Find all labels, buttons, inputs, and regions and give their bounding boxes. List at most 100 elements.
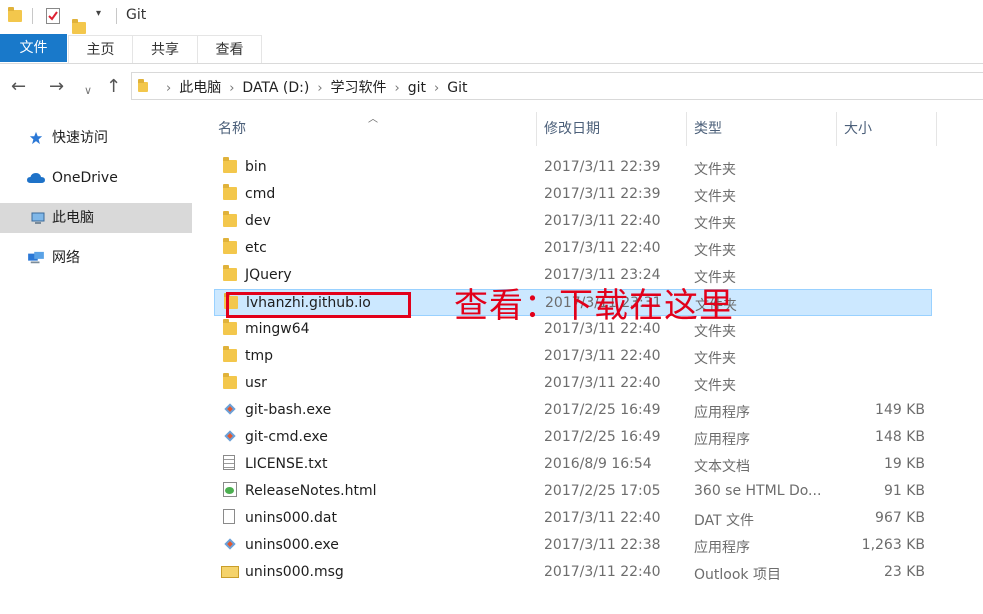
sidebar-item-quick-access[interactable]: 快速访问	[0, 123, 192, 153]
forward-button[interactable]: →	[49, 77, 64, 97]
window-title: Git	[126, 7, 147, 23]
file-row[interactable]: git-cmd.exe 2017/2/25 16:49 应用程序 148 KB	[214, 424, 932, 451]
tab-view[interactable]: 查看	[197, 35, 262, 63]
navigation-pane: 快速访问 OneDrive 此电脑 网络	[0, 112, 192, 614]
file-date: 2016/8/9 16:54	[544, 456, 652, 472]
separator	[32, 8, 33, 24]
ribbon-tabs: 文件 主页 共享 查看	[0, 34, 983, 64]
file-type: 文件夹	[694, 378, 736, 394]
tab-share[interactable]: 共享	[132, 35, 198, 63]
network-icon	[28, 251, 44, 264]
file-name: unins000.exe	[245, 537, 339, 553]
file-name: bin	[245, 159, 267, 175]
column-header-date[interactable]: 修改日期	[544, 112, 600, 146]
file-size: 149 KB	[875, 402, 925, 418]
folder-icon	[138, 79, 148, 92]
column-divider[interactable]	[936, 112, 937, 146]
file-name: mingw64	[245, 321, 310, 337]
column-header-size[interactable]: 大小	[844, 112, 872, 146]
git-icon	[224, 538, 236, 550]
file-type: DAT 文件	[694, 513, 755, 529]
file-row[interactable]: ReleaseNotes.html 2017/2/25 17:05 360 se…	[214, 478, 932, 505]
column-divider[interactable]	[686, 112, 687, 146]
breadcrumb-item[interactable]: DATA (D:)	[242, 80, 309, 96]
annotation-text: 查看：下载在这里	[454, 286, 734, 326]
file-row[interactable]: usr 2017/3/11 22:40 文件夹	[214, 370, 932, 397]
address-bar[interactable]: › 此电脑 › DATA (D:) › 学习软件 › git › Git	[131, 72, 983, 100]
file-row[interactable]: unins000.exe 2017/3/11 22:38 应用程序 1,263 …	[214, 532, 932, 559]
folder-icon	[223, 265, 237, 281]
git-icon	[224, 430, 236, 442]
title-bar: ▾ Git	[0, 0, 983, 34]
file-name: usr	[245, 375, 267, 391]
tab-home[interactable]: 主页	[68, 35, 133, 63]
file-row[interactable]: LICENSE.txt 2016/8/9 16:54 文本文档 19 KB	[214, 451, 932, 478]
column-header-name[interactable]: 名称	[218, 112, 246, 146]
file-name: dev	[245, 213, 271, 229]
mail-icon	[221, 566, 239, 578]
breadcrumb-item[interactable]: 此电脑	[179, 80, 221, 96]
breadcrumb-item[interactable]: git	[408, 80, 426, 96]
column-header-type[interactable]: 类型	[694, 112, 722, 146]
recent-locations-button[interactable]: ∨	[84, 81, 92, 101]
sidebar-item-onedrive[interactable]: OneDrive	[0, 163, 192, 193]
file-list: ︿ 名称 修改日期 类型 大小 bin 2017/3/11 22:39 文件夹 …	[192, 112, 983, 614]
file-row[interactable]: cmd 2017/3/11 22:39 文件夹	[214, 181, 932, 208]
sidebar-item-label: 此电脑	[52, 210, 94, 226]
computer-icon	[31, 212, 45, 224]
file-row[interactable]: unins000.msg 2017/3/11 22:40 Outlook 项目 …	[214, 559, 932, 586]
navigation-bar: ← → ∨ ↑ › 此电脑 › DATA (D:) › 学习软件 › git › Git	[0, 64, 983, 110]
file-date: 2017/2/25 17:05	[544, 483, 661, 499]
folder-icon	[8, 7, 22, 22]
file-name: LICENSE.txt	[245, 456, 328, 472]
properties-icon[interactable]	[46, 8, 60, 24]
file-row[interactable]: unins000.dat 2017/3/11 22:40 DAT 文件 967 …	[214, 505, 932, 532]
breadcrumb-item[interactable]: 学习软件	[331, 80, 387, 96]
sidebar-item-label: 快速访问	[52, 130, 108, 146]
column-divider[interactable]	[836, 112, 837, 146]
chevron-right-icon: ›	[394, 81, 400, 96]
file-name: unins000.msg	[245, 564, 344, 580]
file-row[interactable]: git-bash.exe 2017/2/25 16:49 应用程序 149 KB	[214, 397, 932, 424]
back-button[interactable]: ←	[11, 77, 26, 97]
file-row[interactable]: etc 2017/3/11 22:40 文件夹	[214, 235, 932, 262]
file-type: 文件夹	[694, 189, 736, 205]
breadcrumb-item[interactable]: Git	[447, 80, 467, 96]
up-button[interactable]: ↑	[106, 77, 121, 97]
folder-icon	[223, 346, 237, 362]
file-name: ReleaseNotes.html	[245, 483, 377, 499]
cloud-icon	[27, 173, 45, 183]
sidebar-item-network[interactable]: 网络	[0, 243, 192, 273]
tab-file[interactable]: 文件	[0, 34, 67, 62]
file-size: 23 KB	[883, 564, 925, 580]
new-folder-icon[interactable]	[72, 19, 86, 34]
sidebar-item-this-pc[interactable]: 此电脑	[0, 203, 192, 233]
file-row[interactable]: dev 2017/3/11 22:40 文件夹	[214, 208, 932, 235]
file-date: 2017/3/11 22:40	[544, 564, 661, 580]
sidebar-item-label: OneDrive	[52, 170, 118, 186]
file-row[interactable]: bin 2017/3/11 22:39 文件夹	[214, 154, 932, 181]
file-type: 应用程序	[694, 432, 750, 448]
file-name: tmp	[245, 348, 274, 364]
sort-ascending-icon: ︿	[368, 114, 378, 125]
file-size: 91 KB	[883, 483, 925, 499]
file-type: 文件夹	[694, 243, 736, 259]
file-date: 2017/3/11 22:40	[544, 240, 661, 256]
file-size: 1,263 KB	[861, 537, 925, 553]
file-name: unins000.dat	[245, 510, 337, 526]
file-name: etc	[245, 240, 267, 256]
customize-toolbar-icon[interactable]: ▾	[96, 8, 101, 26]
file-type: 应用程序	[694, 405, 750, 421]
git-icon	[224, 403, 236, 415]
file-type: 应用程序	[694, 540, 750, 556]
column-divider[interactable]	[536, 112, 537, 146]
file-date: 2017/3/11 22:40	[544, 348, 661, 364]
folder-icon	[223, 238, 237, 254]
chevron-right-icon: ›	[229, 81, 235, 96]
file-row[interactable]: tmp 2017/3/11 22:40 文件夹	[214, 343, 932, 370]
breadcrumb: › 此电脑 › DATA (D:) › 学习软件 › git › Git	[158, 77, 467, 97]
file-date: 2017/3/11 22:40	[544, 213, 661, 229]
chevron-right-icon: ›	[166, 81, 172, 96]
file-type: 文件夹	[694, 162, 736, 178]
file-size: 19 KB	[883, 456, 925, 472]
